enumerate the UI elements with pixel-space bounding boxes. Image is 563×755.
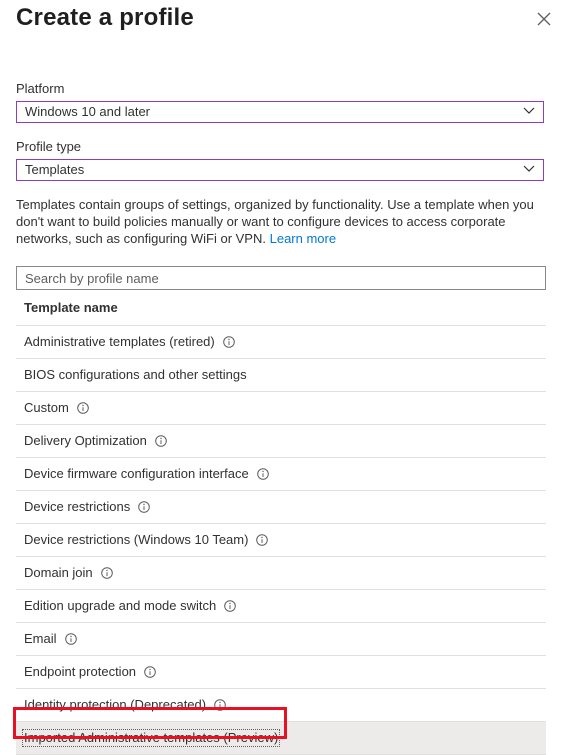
- info-icon[interactable]: [256, 534, 269, 546]
- info-icon[interactable]: [222, 336, 235, 348]
- template-name: Custom: [24, 400, 69, 415]
- table-row[interactable]: Delivery Optimization: [16, 425, 546, 458]
- chevron-down-icon: [523, 165, 535, 172]
- template-name: BIOS configurations and other settings: [24, 367, 247, 382]
- template-name: Device restrictions (Windows 10 Team): [24, 532, 249, 547]
- template-name: Device restrictions: [24, 499, 131, 514]
- table-row[interactable]: Email: [16, 623, 546, 656]
- info-icon[interactable]: [138, 501, 151, 513]
- table-row[interactable]: Endpoint protection: [16, 656, 546, 689]
- info-icon[interactable]: [155, 435, 167, 447]
- profile-type-value: Templates: [25, 162, 85, 177]
- platform-value: Windows 10 and later: [25, 104, 151, 119]
- template-name: Imported Administrative templates (Previ…: [22, 729, 281, 747]
- page-title: Create a profile: [16, 4, 194, 31]
- template-name: Edition upgrade and mode switch: [24, 598, 217, 613]
- template-name: Domain join: [24, 565, 93, 580]
- template-name: Device firmware configuration interface: [24, 466, 249, 481]
- template-table: Template name Administrative templates (…: [16, 291, 546, 755]
- table-row[interactable]: Identity protection (Deprecated): [16, 689, 546, 722]
- info-icon[interactable]: [224, 600, 237, 612]
- learn-more-link[interactable]: Learn more: [270, 231, 336, 246]
- info-icon[interactable]: [256, 468, 269, 480]
- column-header-template-name: Template name: [16, 291, 546, 326]
- info-icon[interactable]: [100, 567, 113, 579]
- platform-dropdown[interactable]: Windows 10 and later: [16, 101, 544, 123]
- profile-description: Templates contain groups of settings, or…: [16, 196, 544, 247]
- template-name: Identity protection (Deprecated): [24, 697, 207, 712]
- table-row[interactable]: Edition upgrade and mode switch: [16, 590, 546, 623]
- template-name: Endpoint protection: [24, 664, 137, 679]
- info-icon[interactable]: [214, 699, 226, 711]
- table-row[interactable]: Device restrictions (Windows 10 Team): [16, 524, 546, 557]
- table-row[interactable]: BIOS configurations and other settings: [16, 359, 546, 392]
- platform-label: Platform: [16, 81, 65, 96]
- table-row[interactable]: Device restrictions: [16, 491, 546, 524]
- table-row[interactable]: Domain join: [16, 557, 546, 590]
- search-input[interactable]: [16, 266, 546, 290]
- close-icon[interactable]: [536, 11, 552, 27]
- table-row[interactable]: Device firmware configuration interface: [16, 458, 546, 491]
- template-name: Email: [24, 631, 57, 646]
- template-list: Administrative templates (retired) BIOS c…: [16, 326, 546, 755]
- profile-type-dropdown[interactable]: Templates: [16, 159, 544, 181]
- table-row[interactable]: Imported Administrative templates (Previ…: [16, 722, 546, 755]
- template-name: Administrative templates (retired): [24, 334, 215, 349]
- info-icon[interactable]: [64, 633, 77, 645]
- info-icon[interactable]: [76, 402, 89, 414]
- profile-type-label: Profile type: [16, 139, 82, 154]
- table-row[interactable]: Custom: [16, 392, 546, 425]
- info-icon[interactable]: [144, 666, 156, 678]
- chevron-down-icon: [523, 107, 535, 114]
- table-row[interactable]: Administrative templates (retired): [16, 326, 546, 359]
- template-name: Delivery Optimization: [24, 433, 147, 448]
